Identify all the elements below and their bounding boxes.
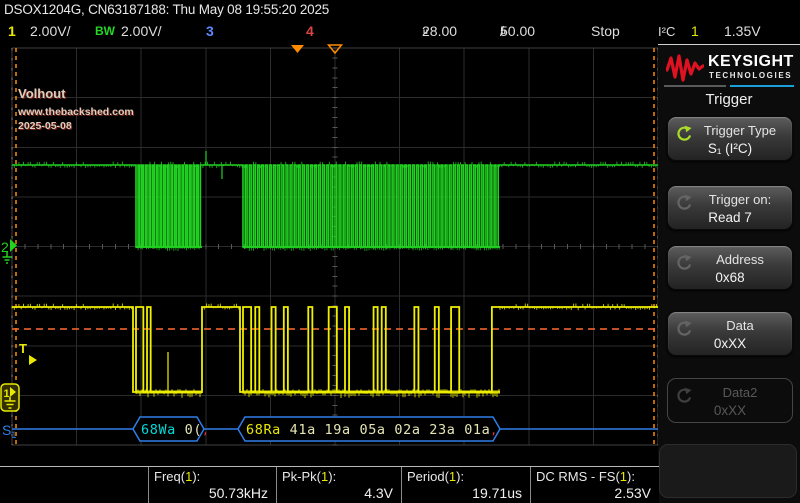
softkey-label: Data [690, 318, 790, 333]
annotation-date: 2025-05-08 [18, 120, 72, 132]
softkey-label: Address [690, 252, 790, 267]
waveform-area: 68Wa 0(, 68Ra 41a 19a 05a 02a 23a 01a, 2 T 1… [0, 44, 660, 455]
softkey-label: Data2 [690, 385, 790, 400]
decode-packet-text: 68Ra 41a 19a 05a 02a 23a 01a, [246, 422, 498, 438]
ch2-ground-marker[interactable]: 2 [1, 239, 17, 263]
channel-4-number[interactable]: 4 [306, 20, 314, 43]
run-state: Stop [591, 20, 620, 43]
trigger-level: 1.35V [724, 20, 761, 43]
softkey-address[interactable]: Address 0x68 [667, 245, 793, 290]
measurement-value: 19.71us [402, 485, 530, 501]
serial-decode-bus: 68Wa 0(, 68Ra 41a 19a 05a 02a 23a 01a, [12, 417, 658, 441]
measurement-value: 2.53V [531, 485, 659, 501]
brand-subtitle: TECHNOLOGIES [709, 71, 792, 80]
softkey-data[interactable]: Data 0xXX [667, 311, 793, 356]
trigger-source: 1 [691, 20, 699, 43]
softkey-value: 0x68 [668, 270, 792, 285]
channel-2-scale[interactable]: 2.00V/ [121, 20, 161, 43]
measurement-label: Pk-Pk(1): [277, 467, 401, 484]
measurement-value: 4.3V [277, 485, 401, 501]
status-bar: 1 2.00V/ BW 2.00V/ 3 4 28.00u s 50.00u s… [0, 20, 800, 44]
channel-1-number[interactable]: 1 [8, 20, 16, 43]
measurement-dc-rms-fs: DC RMS - FS(1):2.53V [530, 467, 659, 503]
measurement-pk-pk: Pk-Pk(1):4.3V [276, 467, 401, 503]
menu-title: Trigger [658, 91, 800, 108]
measurement-label: Period(1): [402, 467, 530, 484]
svg-text:1: 1 [4, 388, 10, 400]
softkey-empty [659, 444, 797, 498]
softkey-data2[interactable]: Data2 0xXX [667, 378, 793, 423]
measurement-label: DC RMS - FS(1): [531, 467, 659, 484]
divider-blue [730, 85, 794, 87]
channel-2-bw-badge[interactable]: BW [95, 20, 115, 43]
measurement-freq: Freq(1):50.73kHz [148, 467, 276, 503]
softkey-label: Trigger on: [690, 192, 790, 207]
brand-name: KEYSIGHT [708, 53, 794, 71]
trigger-level-marker[interactable]: T [19, 341, 37, 365]
sidebar: KEYSIGHT TECHNOLOGIES Trigger Trigger Ty… [658, 44, 800, 503]
annotation-url: www.thebackshed.com [18, 106, 134, 118]
ch1-ground-marker[interactable]: 1 [1, 384, 19, 411]
measurement-bar: Freq(1):50.73kHzPk-Pk(1):4.3VPeriod(1):1… [0, 466, 659, 503]
decode-packet-text: 68Wa 0(, [141, 422, 209, 438]
system-info-bar: DSOX1204G, CN63187188: Thu May 08 19:55:… [0, 0, 800, 20]
channel-3-number[interactable]: 3 [206, 20, 214, 43]
ch2-scl-trace [12, 151, 658, 251]
svg-text:T: T [19, 341, 27, 356]
sidebar-divider [664, 85, 794, 87]
trigger-mode: I²C [658, 20, 675, 43]
measurement-label: Freq(1): [149, 467, 276, 484]
channel-markers: 2 T 1 S1 [1, 239, 37, 440]
softkey-value: S₁ (I²C) [668, 141, 792, 156]
measurement-period: Period(1):19.71us [401, 467, 530, 503]
divider-gray [664, 85, 726, 87]
keysight-spark-icon [666, 53, 704, 83]
softkey-value: Read 7 [668, 210, 792, 225]
softkey-value: 0xXX [668, 403, 792, 418]
softkey-value: 0xXX [668, 336, 792, 351]
annotation-title: Volhout [18, 86, 65, 101]
oscilloscope-screen: DSOX1204G, CN63187188: Thu May 08 19:55:… [0, 0, 800, 503]
keysight-logo: KEYSIGHT TECHNOLOGIES [664, 51, 798, 85]
delay-reference-icon [291, 45, 304, 53]
softkey-trigger-on[interactable]: Trigger on: Read 7 [667, 185, 793, 230]
svg-text:2: 2 [1, 239, 9, 255]
softkey-label: Trigger Type [690, 123, 790, 138]
measurement-value: 50.73kHz [149, 485, 276, 501]
channel-1-scale[interactable]: 2.00V/ [30, 20, 70, 43]
system-title: DSOX1204G, CN63187188: Thu May 08 19:55:… [4, 2, 329, 17]
softkey-trigger-type[interactable]: Trigger Type S₁ (I²C) [667, 116, 793, 161]
serial-bus-label[interactable]: S1 [2, 422, 16, 440]
